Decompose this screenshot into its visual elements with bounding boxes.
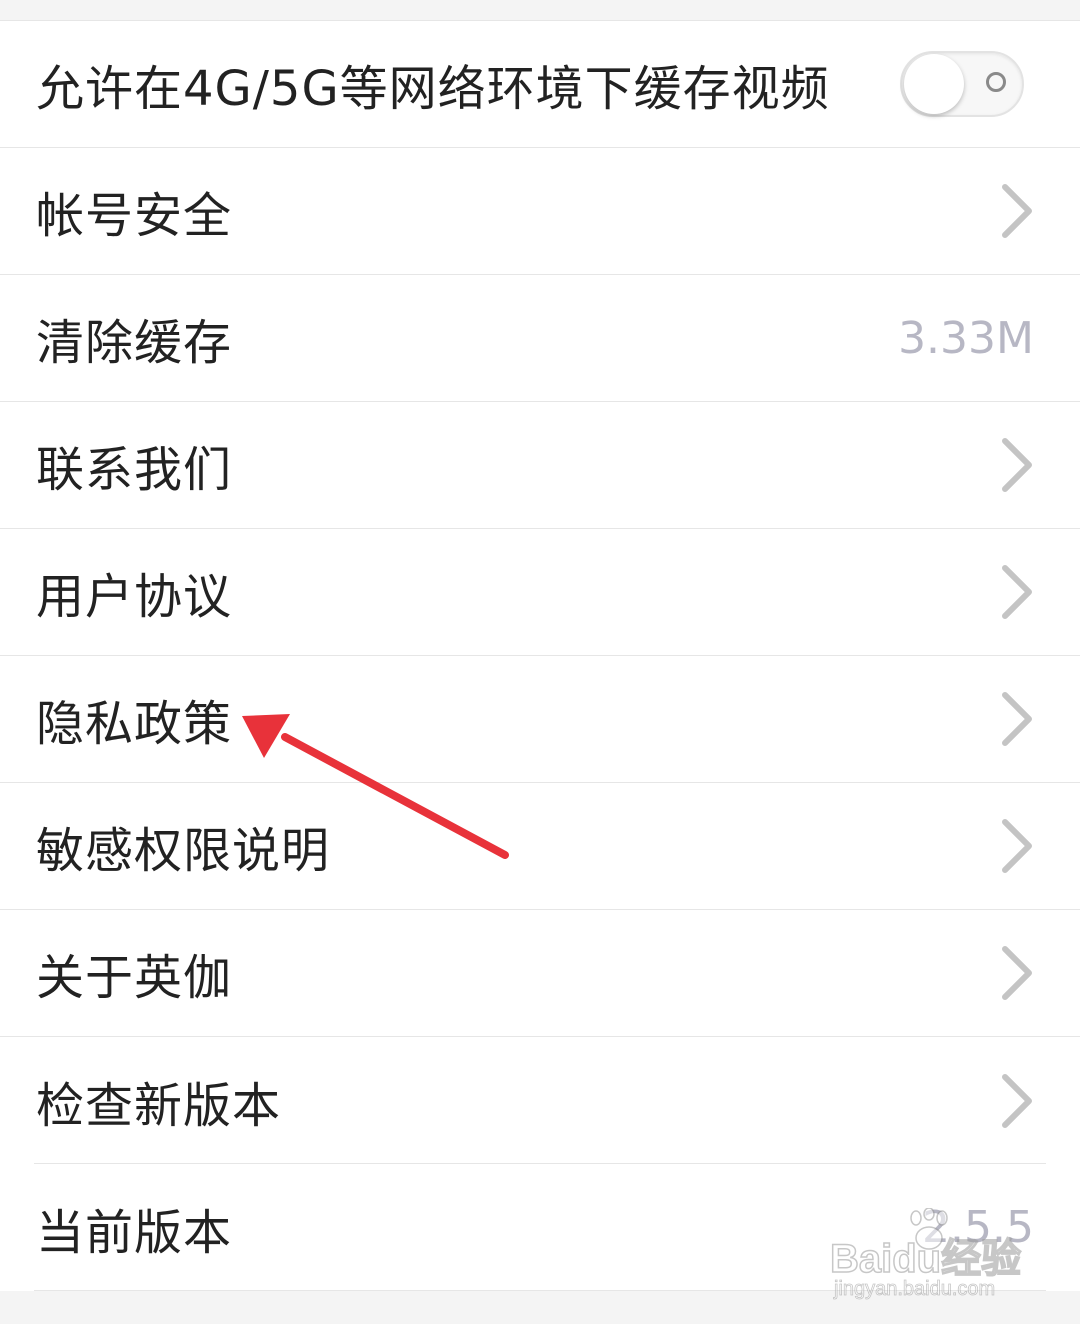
setting-row-about[interactable]: 关于英伽: [0, 910, 1080, 1037]
settings-screen: 允许在4G/5G等网络环境下缓存视频 帐号安全 清除缓存 3.33M 联系我们 …: [0, 0, 1080, 1324]
chevron-right-icon: [1002, 438, 1032, 492]
setting-label: 清除缓存: [36, 315, 233, 371]
setting-label: 允许在4G/5G等网络环境下缓存视频: [36, 61, 830, 117]
chevron-right-icon: [1002, 819, 1032, 873]
chevron-right-icon: [1002, 1073, 1032, 1128]
setting-row-privacy-policy[interactable]: 隐私政策: [0, 656, 1080, 783]
setting-label: 联系我们: [36, 442, 233, 498]
setting-label: 检查新版本: [36, 1077, 282, 1134]
chevron-right-icon: [1002, 946, 1032, 1000]
setting-row-current-version: 当前版本 2.5.5: [0, 1164, 1080, 1291]
setting-row-clear-cache[interactable]: 清除缓存 3.33M: [0, 275, 1080, 402]
cache-video-toggle[interactable]: [900, 51, 1024, 117]
version-value: 2.5.5: [922, 1202, 1034, 1253]
setting-label: 当前版本: [36, 1204, 233, 1261]
settings-list: 允许在4G/5G等网络环境下缓存视频 帐号安全 清除缓存 3.33M 联系我们 …: [0, 21, 1080, 1291]
top-spacer: [0, 0, 1080, 21]
setting-label: 帐号安全: [36, 188, 233, 244]
setting-row-cache-video-mobile-network[interactable]: 允许在4G/5G等网络环境下缓存视频: [0, 21, 1080, 148]
setting-label: 敏感权限说明: [36, 823, 331, 879]
bottom-spacer: [0, 1291, 1080, 1317]
chevron-right-icon: [1002, 184, 1032, 238]
setting-row-user-agreement[interactable]: 用户协议: [0, 529, 1080, 656]
setting-label: 关于英伽: [36, 950, 233, 1006]
cache-size-value: 3.33M: [898, 312, 1034, 364]
setting-row-account-security[interactable]: 帐号安全: [0, 148, 1080, 275]
toggle-off-indicator-icon: [986, 72, 1006, 92]
setting-row-sensitive-permissions[interactable]: 敏感权限说明: [0, 783, 1080, 910]
toggle-knob: [904, 54, 964, 114]
setting-row-check-update[interactable]: 检查新版本: [0, 1037, 1080, 1164]
setting-label: 用户协议: [36, 569, 233, 625]
setting-row-contact-us[interactable]: 联系我们: [0, 402, 1080, 529]
chevron-right-icon: [1002, 692, 1032, 746]
chevron-right-icon: [1002, 565, 1032, 619]
setting-label: 隐私政策: [36, 696, 233, 752]
